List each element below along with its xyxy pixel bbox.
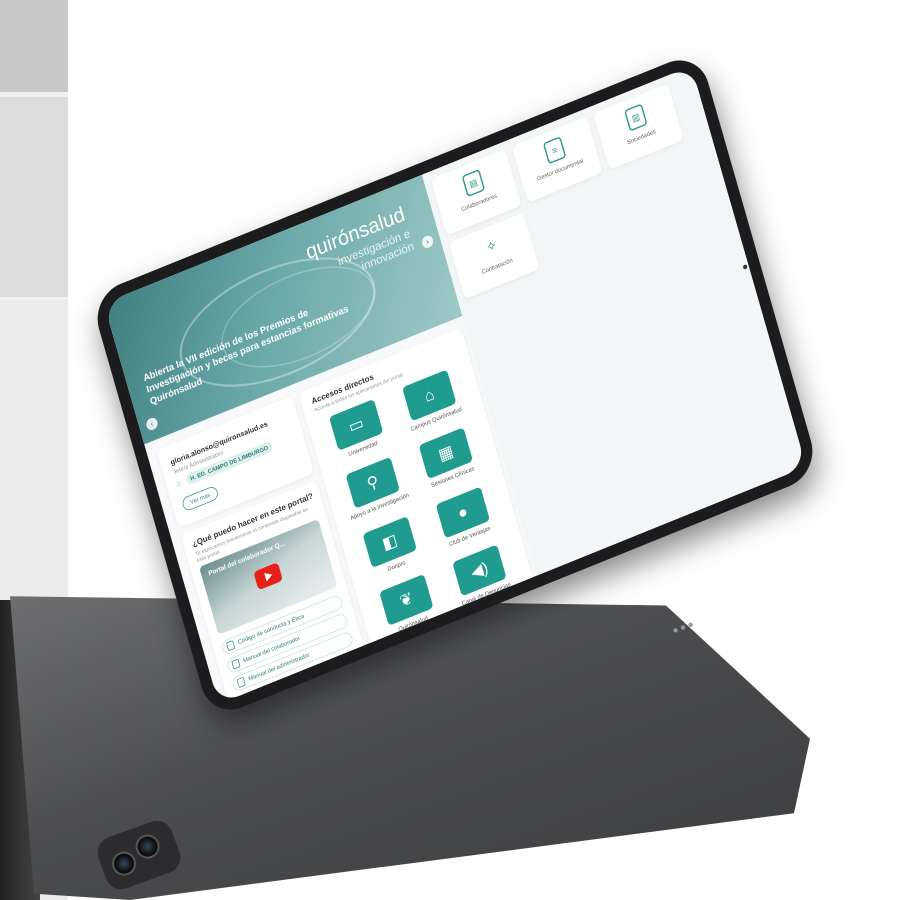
document-icon: ≡: [542, 136, 567, 165]
chevron-right-icon[interactable]: ›: [420, 233, 435, 250]
camera-lens: [108, 848, 140, 880]
document-icon: [226, 640, 236, 652]
camera-lens: [132, 831, 164, 862]
document-icon: [241, 695, 252, 705]
background-block: [0, 97, 68, 297]
play-icon[interactable]: [253, 562, 283, 591]
tablet-screen: quirónsalud investigación e innovación A…: [103, 65, 807, 705]
front-camera: [742, 264, 748, 270]
chevron-left-icon[interactable]: ‹: [144, 416, 160, 432]
shortcut-sesiones[interactable]: ▦ Sesiones Clínicas: [407, 423, 487, 495]
document-icon: [236, 676, 246, 688]
id-card-icon: ▤: [461, 168, 486, 198]
document-icon: [231, 658, 241, 670]
tile-sociedades[interactable]: ▥ Sociedades: [593, 83, 684, 170]
handshake-icon: ⟡: [485, 236, 498, 254]
location-pin-icon: ⌂: [175, 479, 182, 488]
tile-gestor-documental[interactable]: ≡ Gestor documental: [511, 116, 603, 203]
shortcut-denuncias[interactable]: ◀) Canal de Denuncias: [441, 540, 521, 612]
see-more-button[interactable]: Ver más: [181, 484, 220, 513]
shortcut-investigacion[interactable]: ⚲ Apoyo a la investigación: [334, 452, 414, 524]
shortcut-donpro[interactable]: ◧ Donpro: [351, 511, 431, 583]
background-block: [0, 0, 68, 92]
tablet-device: quirónsalud investigación e innovación A…: [89, 50, 821, 720]
building-icon: ▥: [623, 103, 648, 132]
shortcut-club[interactable]: ● Club de Ventajas: [424, 482, 504, 554]
